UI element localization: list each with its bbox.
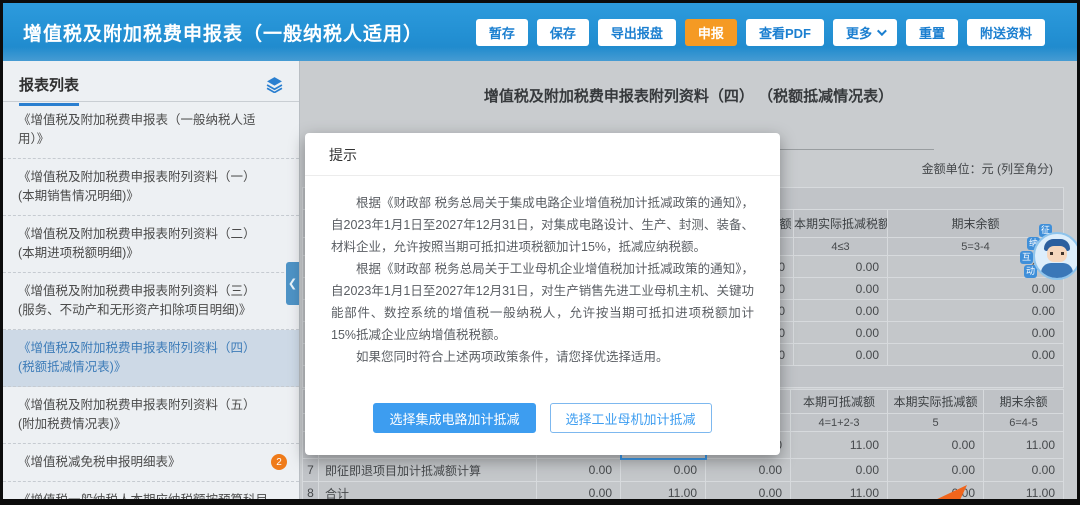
header-actions: 暂存 保存 导出报盘 申报 查看PDF 更多 重置 附送资料 — [475, 18, 1045, 46]
dialog-body: 根据《财政部 税务总局关于集成电路企业增值税加计抵减政策的通知》，自2023年1… — [305, 176, 780, 374]
report-list: 《增值税及附加税费申报表（一般纳税人适用）》 《增值税及附加税费申报表附列资料（… — [3, 102, 299, 499]
cell: 0.00 — [983, 458, 1064, 482]
export-disk-button[interactable]: 导出报盘 — [597, 18, 676, 46]
cell: 0.00 — [793, 255, 888, 278]
header-cell: 期末余额 — [983, 389, 1064, 414]
cell: 0.00 — [705, 458, 791, 482]
sidebar-collapse-handle[interactable]: ❮ — [286, 262, 299, 305]
row-number-cell: 8 — [302, 481, 319, 499]
cell: 11.00 — [620, 481, 706, 499]
prompt-dialog: 提示 根据《财政部 税务总局关于集成电路企业增值税加计抵减政策的通知》，自202… — [305, 133, 780, 455]
error-count-badge: 2 — [271, 454, 287, 470]
layers-icon[interactable] — [266, 76, 283, 98]
cell: 0.00 — [886, 321, 1065, 344]
cell: 0.00 — [793, 343, 888, 366]
dialog-actions: 选择集成电路加计抵减 选择工业母机加计抵减 — [305, 403, 780, 455]
amount-unit-label: 金额单位：元 (列至角分) — [921, 162, 1053, 176]
cell: 0.00 — [886, 343, 1065, 366]
officer-eyes — [1050, 252, 1064, 255]
temp-save-button[interactable]: 暂存 — [475, 18, 528, 46]
cell: 0.00 — [887, 431, 984, 459]
cell: 11.00 — [790, 481, 888, 499]
save-button[interactable]: 保存 — [536, 18, 589, 46]
sidebar-header: 报表列表 — [3, 61, 299, 106]
cell: 11.00 — [983, 481, 1064, 499]
sidebar-item-appendix-2[interactable]: 《增值税及附加税费申报表附列资料（二）(本期进项税额明细)》 — [3, 216, 299, 273]
sidebar-item-appendix-3[interactable]: 《增值税及附加税费申报表附列资料（三）(服务、不动产和无形资产扣除项目明细)》 — [3, 273, 299, 330]
chevron-left-icon: ❮ — [287, 278, 298, 290]
cell: 11.00 — [983, 431, 1064, 459]
dialog-title: 提示 — [305, 133, 780, 176]
sidebar-item-tax-reduction-detail[interactable]: 《增值税减免税申报明细表》 2 — [3, 444, 299, 482]
app-header: 增值税及附加税费申报表（一般纳税人适用） 暂存 保存 导出报盘 申报 查看PDF… — [3, 3, 1077, 61]
row-label-cell: 合计 — [318, 481, 537, 499]
assistant-widget[interactable]: 征 纳 互 动 — [1015, 224, 1077, 296]
cell: 0.00 — [793, 321, 888, 344]
cell: 0.00 — [793, 277, 888, 300]
choose-machine-tool-button[interactable]: 选择工业母机加计抵减 — [549, 403, 712, 433]
cell: 11.00 — [790, 431, 888, 459]
cell: 0.00 — [620, 458, 706, 482]
sidebar-item-appendix-4[interactable]: 《增值税及附加税费申报表附列资料（四）(税额抵减情况表)》 — [3, 330, 299, 387]
attachments-button[interactable]: 附送资料 — [966, 18, 1045, 46]
table-row-refund-items: 7 即征即退项目加计抵减额计算 0.00 0.00 0.00 0.00 0.00… — [302, 458, 1064, 482]
row-label-cell: 即征即退项目加计抵减额计算 — [318, 458, 537, 482]
cell: 0.00 — [887, 481, 984, 499]
sidebar-item-budget-breakdown[interactable]: 《增值税一般纳税人本期应纳税额按预算科目分解表》 — [3, 482, 299, 499]
choose-integrated-circuit-button[interactable]: 选择集成电路加计抵减 — [373, 403, 536, 433]
view-pdf-button[interactable]: 查看PDF — [745, 18, 824, 46]
header-cell: 本期实际抵减税额 — [793, 209, 888, 238]
header-cell: 本期实际抵减额 — [887, 389, 984, 414]
row-number-cell: 7 — [302, 458, 319, 482]
chevron-down-icon — [876, 25, 887, 36]
officer-suit — [1041, 263, 1073, 278]
formula-cell: 4=1+2-3 — [790, 413, 888, 432]
cell: 0.00 — [887, 458, 984, 482]
header-cell: 本期可抵减额 — [790, 389, 888, 414]
cell: 0.00 — [886, 299, 1065, 322]
cell: 0.00 — [793, 299, 888, 322]
sidebar-item-label: 《增值税减免税申报明细表》 — [18, 455, 181, 469]
formula-cell: 6=4-5 — [983, 413, 1064, 432]
dialog-paragraph: 根据《财政部 税务总局关于集成电路企业增值税加计抵减政策的通知》，自2023年1… — [331, 196, 754, 254]
dialog-paragraph: 如果您同时符合上述两项政策条件，请您择优选择适用。 — [356, 350, 669, 364]
assistant-avatar — [1033, 232, 1077, 280]
form-title: 增值税及附加税费申报表附列资料（四） （税额抵减情况表） — [483, 88, 894, 105]
more-button[interactable]: 更多 — [832, 18, 897, 46]
dialog-paragraph: 根据《财政部 税务总局关于工业母机企业增值税加计抵减政策的通知》，自2023年1… — [331, 262, 754, 342]
app-window: 增值税及附加税费申报表（一般纳税人适用） 暂存 保存 导出报盘 申报 查看PDF… — [0, 0, 1080, 505]
reset-button[interactable]: 重置 — [905, 18, 958, 46]
cell: 0.00 — [536, 458, 621, 482]
sidebar-item-main-declaration[interactable]: 《增值税及附加税费申报表（一般纳税人适用）》 — [3, 102, 299, 159]
assistant-chip: 互 — [1020, 251, 1033, 264]
sidebar-item-appendix-5[interactable]: 《增值税及附加税费申报表附列资料（五）(附加税费情况表)》 — [3, 387, 299, 444]
declare-button[interactable]: 申报 — [684, 18, 737, 46]
more-button-label: 更多 — [845, 25, 872, 41]
page-title: 增值税及附加税费申报表（一般纳税人适用） — [23, 23, 424, 45]
formula-cell: 4≤3 — [793, 237, 888, 256]
cell: 0.00 — [705, 481, 791, 499]
formula-cell: 5 — [887, 413, 984, 432]
report-sidebar: 报表列表 《增值税及附加税费申报表（一般纳税人适用）》 《增值税及附加税费申报表… — [3, 61, 300, 499]
sidebar-item-appendix-1[interactable]: 《增值税及附加税费申报表附列资料（一）(本期销售情况明细)》 — [3, 159, 299, 216]
cell: 0.00 — [536, 481, 621, 499]
cell: 0.00 — [790, 458, 888, 482]
